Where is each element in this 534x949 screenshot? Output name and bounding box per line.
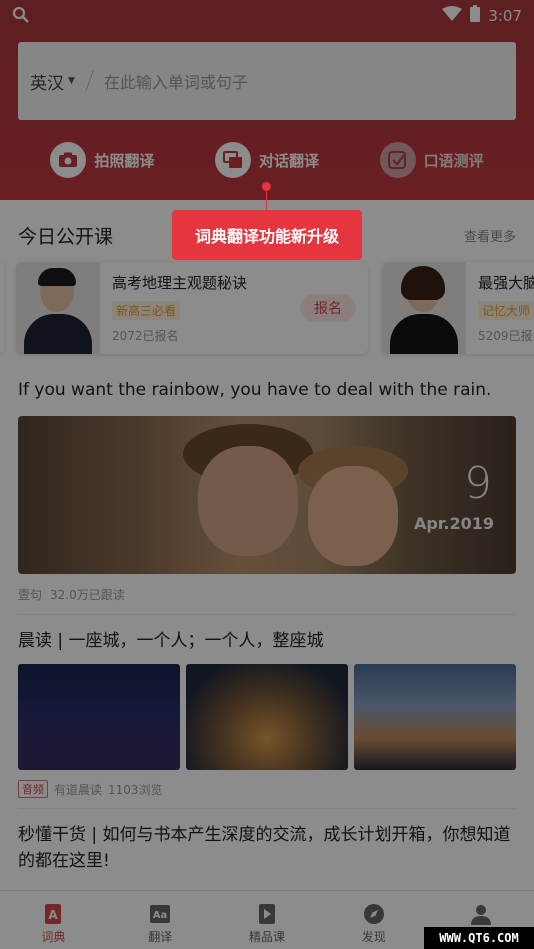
svg-text:A: A [49,908,59,922]
teacher-avatar [382,262,466,354]
daily-quote[interactable]: If you want the rainbow, you have to dea… [18,380,491,400]
daily-reads: 32.0万已跟读 [50,588,125,602]
caret-down-icon: ▼ [68,76,75,86]
divider [18,808,516,809]
daily-source: 壹句 [18,588,43,602]
article-views: 1103浏览 [108,782,163,797]
tab-courses[interactable]: 精品课 [214,891,321,949]
header: 3:07 英汉 ▼ 在此输入单词或句子 拍照翻译 对话翻译 口语测评 [0,0,534,200]
profile-icon [470,905,491,925]
feature-tooltip[interactable]: 词典翻译功能新升级 [172,210,362,260]
course-carousel[interactable]: 高考地理主观题秘诀 新高三必看 2072已报名 报名 最强大脑 记忆大师 520… [0,262,534,357]
status-time: 3:07 [488,6,522,25]
see-more-link[interactable]: 查看更多 [464,226,516,245]
course-card-partial[interactable] [0,262,4,354]
tab-label: 词典 [41,930,66,944]
mode-label: 拍照翻译 [94,151,155,170]
tab-label: 翻译 [148,930,173,944]
course-count: 5209已报名 [478,329,534,343]
dictionary-icon: A [45,904,62,924]
course-title: 最强大脑 [478,274,534,292]
course-title: 高考地理主观题秘诀 [112,274,248,292]
city-night-image [18,664,180,770]
language-label: 英汉 [30,73,64,94]
daily-photo[interactable]: 9 Apr.2019 [18,416,516,574]
signup-button[interactable]: 报名 [300,294,356,322]
audio-badge: 音频 [18,780,48,798]
mode-label: 对话翻译 [258,151,319,170]
tab-translate[interactable]: Aa 翻译 [107,891,214,949]
chat-icon [214,142,251,178]
compass-icon [363,904,384,924]
photo-translate-button[interactable]: 拍照翻译 [50,142,154,178]
article-thumbnails[interactable] [18,664,516,770]
date-month: Apr.2019 [413,514,494,533]
feed: 今日公开课 查看更多 高考地理主观题秘诀 新高三必看 2072已报名 报名 最强… [0,200,534,890]
battery-icon [470,5,481,26]
bridge-image [354,664,516,770]
divider [18,614,516,615]
article-title[interactable]: 秒懂干货 | 如何与书本产生深度的交流，成长计划开箱，你想知道的都在这里! [18,822,516,874]
svg-text:Aa: Aa [153,910,168,921]
wifi-icon [442,5,463,26]
translate-icon: Aa [150,905,171,923]
search-icon[interactable] [12,6,30,28]
course-card[interactable]: 高考地理主观题秘诀 新高三必看 2072已报名 报名 [16,262,368,354]
article-title[interactable]: 晨读 | 一座城，一个人；一个人，整座城 [18,628,516,654]
language-selector[interactable]: 英汉 ▼ [18,69,75,94]
section-title: 今日公开课 [18,226,114,248]
daily-meta: 壹句 32.0万已跟读 [18,586,125,603]
city-aerial-image [186,664,348,770]
tab-label: 发现 [361,930,386,944]
date-day: 9 [464,458,492,509]
course-tag: 新高三必看 [112,301,181,320]
mode-label: 口语测评 [423,151,484,170]
tab-label: 精品课 [248,930,285,944]
dialog-translate-button[interactable]: 对话翻译 [214,142,319,178]
course-tag: 记忆大师 [478,301,534,320]
status-bar: 3:07 [0,0,534,30]
speaking-test-button[interactable]: 口语测评 [379,142,484,178]
search-input[interactable]: 在此输入单词或句子 [104,69,248,93]
divider [85,70,94,92]
teacher-avatar [16,262,100,354]
article-source: 有道晨读 [54,782,103,797]
tab-discover[interactable]: 发现 [320,891,427,949]
course-card[interactable]: 最强大脑 记忆大师 5209已报名 [382,262,534,354]
article-meta: 音频 有道晨读 1103浏览 [18,780,163,798]
course-count: 2072已报名 [112,329,179,343]
check-icon [379,142,416,178]
course-icon [258,904,275,924]
search-box[interactable]: 英汉 ▼ 在此输入单词或句子 [18,42,516,120]
tooltip-line [266,186,267,210]
translation-modes: 拍照翻译 对话翻译 口语测评 [0,142,534,178]
camera-icon [50,142,87,178]
tab-dictionary[interactable]: A 词典 [0,891,107,949]
watermark: WWW.QT6.COM [424,927,534,949]
